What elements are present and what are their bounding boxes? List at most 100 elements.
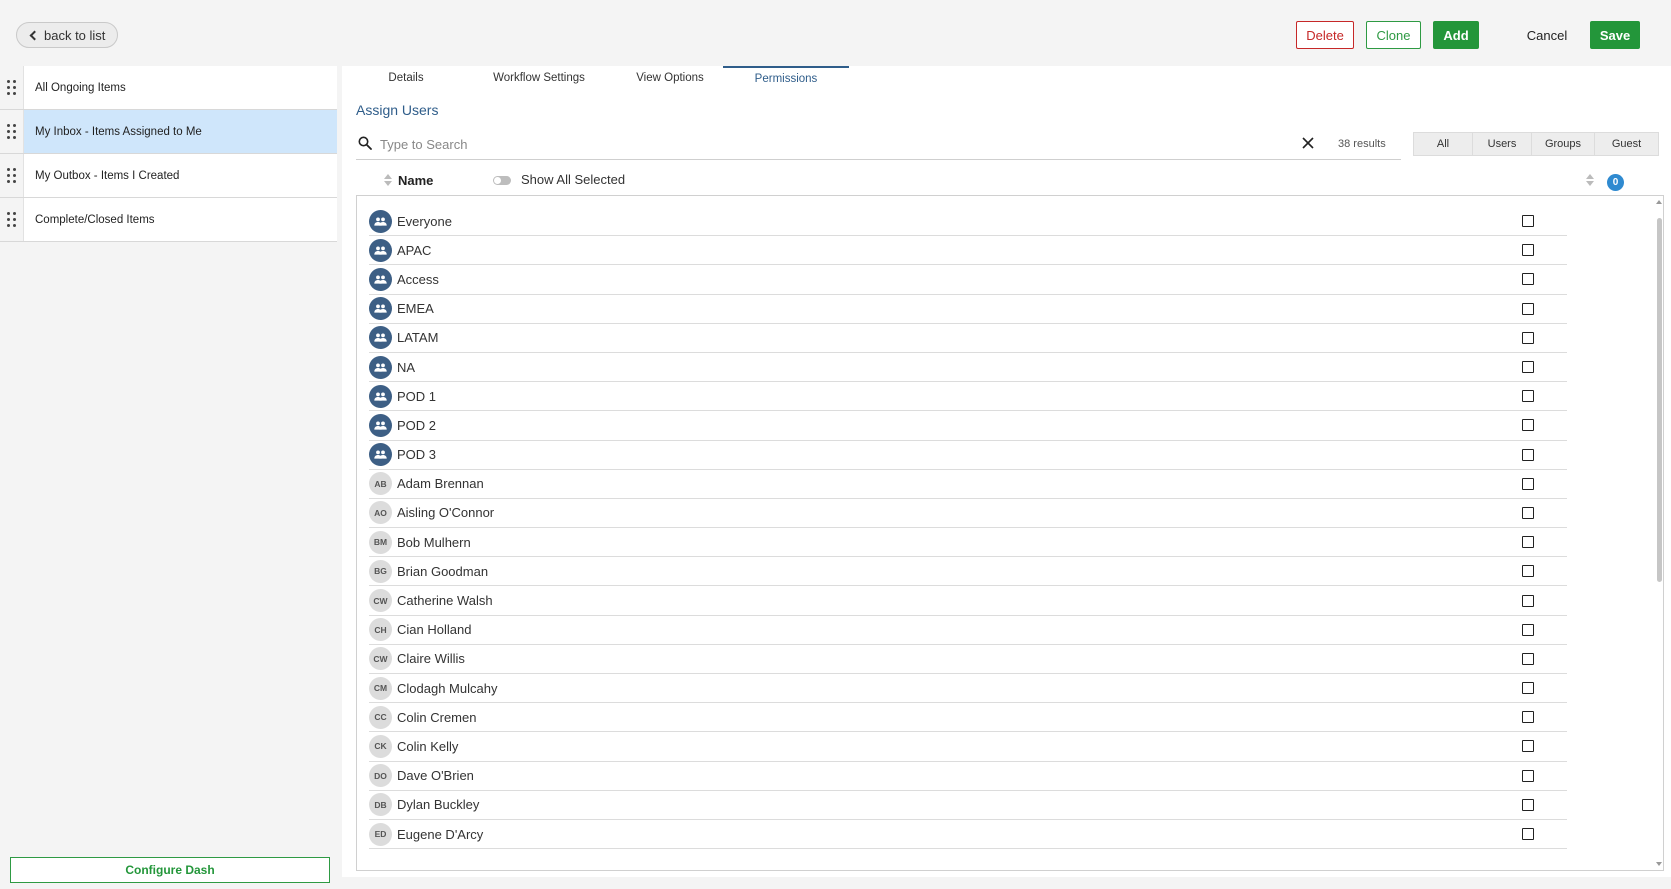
sidebar-item-my-inbox[interactable]: My Inbox - Items Assigned to Me [0,110,337,154]
show-all-selected-toggle[interactable] [493,176,511,185]
avatar: DB [369,793,392,817]
list-item[interactable]: DB Dylan Buckley [369,791,1567,820]
tab-permissions[interactable]: Permissions [723,66,849,90]
select-checkbox[interactable] [1522,215,1534,228]
delete-button[interactable]: Delete [1296,21,1354,49]
select-checkbox[interactable] [1522,273,1534,286]
close-icon[interactable] [1301,136,1315,150]
select-checkbox[interactable] [1522,477,1534,490]
avatar: ED [369,822,392,846]
select-checkbox[interactable] [1522,798,1534,811]
list-item[interactable]: NA [369,353,1567,383]
list-item[interactable]: CW Claire Willis [369,645,1567,674]
list-item-name: EMEA [397,301,434,317]
scrollbar-thumb[interactable] [1657,218,1662,582]
list-item[interactable]: AB Adam Brennan [369,470,1567,499]
list-item[interactable]: BM Bob Mulhern [369,528,1567,558]
sort-icon[interactable] [1586,174,1594,188]
select-checkbox[interactable] [1522,448,1534,461]
select-checkbox[interactable] [1522,244,1534,257]
tab-details[interactable]: Details [372,66,440,90]
tab-view-options[interactable]: View Options [618,66,722,90]
drag-handle-icon[interactable] [0,154,24,197]
avatar: BM [369,530,392,554]
list-item-name: LATAM [397,330,439,346]
avatar: CH [369,618,392,642]
sidebar-item-all-ongoing[interactable]: All Ongoing Items [0,66,337,110]
drag-handle-icon[interactable] [0,66,24,109]
sidebar-item-my-outbox[interactable]: My Outbox - Items I Created [0,154,337,198]
clone-button[interactable]: Clone [1366,21,1421,49]
list-item[interactable]: CC Colin Cremen [369,703,1567,733]
list-item[interactable]: APAC [369,236,1567,266]
sidebar-item-label: My Inbox - Items Assigned to Me [35,125,202,138]
user-list: Everyone APAC Access EMEA LATAM NA POD 1 POD 2 P… [356,195,1664,871]
list-item-name: Everyone [397,213,452,229]
select-checkbox[interactable] [1522,682,1534,695]
list-item[interactable]: BG Brian Goodman [369,557,1567,587]
list-item-name: POD 1 [397,388,437,404]
search-bar: 38 results [356,130,1401,160]
list-item-name: Claire Willis [397,651,465,667]
list-item[interactable]: CW Catherine Walsh [369,586,1567,616]
scroll-down-icon[interactable] [1656,862,1662,866]
list-item[interactable]: AO Aisling O'Connor [369,499,1567,529]
chevron-left-icon [29,30,40,40]
list-item[interactable]: Everyone [369,207,1567,237]
group-icon [374,217,387,226]
drag-handle-icon[interactable] [0,198,24,241]
sidebar-item-complete-closed[interactable]: Complete/Closed Items [0,198,337,242]
select-checkbox[interactable] [1522,740,1534,753]
select-checkbox[interactable] [1522,419,1534,432]
select-checkbox[interactable] [1522,769,1534,782]
list-item-name: Bob Mulhern [397,534,471,550]
avatar: CC [369,705,392,729]
avatar: CM [369,676,392,700]
filter-users-button[interactable]: Users [1473,133,1532,155]
select-checkbox[interactable] [1522,594,1534,607]
cancel-button[interactable]: Cancel [1512,21,1582,49]
list-item[interactable]: DO Dave O'Brien [369,762,1567,791]
select-checkbox[interactable] [1522,623,1534,636]
list-item[interactable]: LATAM [369,324,1567,353]
name-column-header[interactable]: Name [398,173,433,188]
save-button[interactable]: Save [1590,21,1640,49]
group-icon [374,421,387,430]
list-item[interactable]: Access [369,265,1567,295]
configure-dash-button[interactable]: Configure Dash [10,857,330,883]
list-item[interactable]: CK Colin Kelly [369,732,1567,762]
select-checkbox[interactable] [1522,828,1534,841]
select-checkbox[interactable] [1522,536,1534,549]
scroll-up-icon[interactable] [1656,200,1662,204]
list-item[interactable]: POD 3 [369,441,1567,470]
list-item-name: Colin Cremen [397,709,477,725]
filter-groups-button[interactable]: Groups [1532,133,1595,155]
filter-guest-button[interactable]: Guest [1595,133,1658,155]
avatar: CK [369,734,392,758]
list-item[interactable]: CM Clodagh Mulcahy [369,674,1567,704]
drag-handle-icon[interactable] [0,110,24,153]
select-checkbox[interactable] [1522,565,1534,578]
group-avatar [369,443,392,467]
select-checkbox[interactable] [1522,302,1534,315]
tab-workflow-settings[interactable]: Workflow Settings [479,66,599,90]
list-item[interactable]: POD 2 [369,411,1567,441]
select-checkbox[interactable] [1522,711,1534,724]
list-item-name: Access [397,271,439,287]
list-item[interactable]: ED Eugene D'Arcy [369,820,1567,850]
sort-icon[interactable] [384,174,392,188]
list-item[interactable]: CH Cian Holland [369,616,1567,645]
filter-all-button[interactable]: All [1414,133,1473,155]
add-button[interactable]: Add [1433,21,1479,49]
select-checkbox[interactable] [1522,361,1534,374]
select-checkbox[interactable] [1522,390,1534,403]
list-item[interactable]: POD 1 [369,382,1567,412]
search-input[interactable] [380,134,1260,154]
list-item[interactable]: EMEA [369,295,1567,324]
select-checkbox[interactable] [1522,506,1534,519]
select-checkbox[interactable] [1522,652,1534,665]
scrollbar[interactable] [1653,196,1663,870]
back-to-list-button[interactable]: back to list [16,22,119,48]
main-panel: Details Workflow Settings View Options P… [342,66,1671,877]
select-checkbox[interactable] [1522,331,1534,344]
